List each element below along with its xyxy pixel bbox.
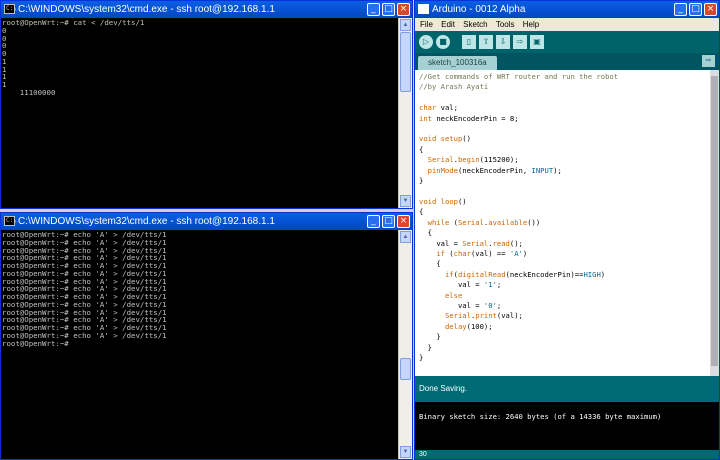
menu-edit[interactable]: Edit [441,20,455,29]
menu-file[interactable]: File [420,20,433,29]
code-line: if (char(val) == 'A') [436,248,528,258]
console-icon: C:\ [4,216,17,226]
code-editor[interactable]: //Get commands of WRT router and run the… [415,70,719,376]
code-line: char val; [419,103,458,113]
code-line: } [436,332,441,342]
status-bar: Done Saving. [415,376,719,402]
scroll-thumb[interactable] [400,358,411,380]
minimize-button[interactable]: _ [367,3,380,16]
console-line: 1 [2,64,7,74]
code-line: void loop() [419,196,467,206]
console-line: 1 [2,80,7,89]
console-line: 11100000 [2,87,56,97]
close-button[interactable]: × [397,3,410,16]
code-line: pinMode(neckEncoderPin, INPUT); [427,165,562,175]
bottom-console-window[interactable]: C:\ C:\WINDOWS\system32\cmd.exe - ssh ro… [0,212,413,460]
line-number: 30 [415,450,719,459]
toolbar: ▷ ■ ▯ ⇧ ⇩ ⇨ ▣ [415,31,719,53]
code-line: { [427,228,432,238]
code-line: if(digitalRead(neckEncoderPin)==HIGH) [444,269,606,279]
console-icon: C:\ [4,4,17,14]
close-button[interactable]: × [397,215,410,228]
scroll-thumb[interactable] [400,32,411,92]
console-line: 0 [2,25,7,35]
console-line: 0 [2,41,7,51]
code-line: } [427,342,432,352]
arduino-window[interactable]: Arduino - 0012 Alpha _ □ × File Edit Ske… [414,0,720,460]
code-line: val = Serial.read(); [436,238,523,248]
code-line: } [419,176,424,186]
code-line: //by Arash Ayati [419,82,489,92]
top-console-window[interactable]: C:\ C:\WINDOWS\system32\cmd.exe - ssh ro… [0,0,413,209]
code-line: int neckEncoderPin = 8; [419,113,519,123]
code-line: else [444,290,463,300]
console-line: 0 [2,33,7,43]
tab-sketch[interactable]: sketch_100316a [418,56,497,70]
verify-icon[interactable]: ▷ [419,35,433,49]
tab-bar: sketch_100316a ⇨ [415,53,719,70]
code-line: while (Serial.available()) [427,217,541,227]
scroll-down-arrow-icon[interactable]: ▼ [400,195,411,207]
menu-bar: File Edit Sketch Tools Help [415,18,719,31]
minimize-button[interactable]: _ [674,3,687,16]
code-line: delay(100); [444,321,493,331]
top-console-titlebar[interactable]: C:\ C:\WINDOWS\system32\cmd.exe - ssh ro… [1,1,412,18]
console-line: 1 [2,72,7,82]
console-line: root@OpenWrt:~# [2,338,69,348]
code-line: //Get commands of WRT router and run the… [419,72,619,81]
maximize-button[interactable]: □ [382,3,395,16]
bottom-console-output[interactable]: root@OpenWrt:~# echo 'A' > /dev/tts/1 roo… [1,230,398,459]
code-line: { [436,259,441,269]
minimize-button[interactable]: _ [367,215,380,228]
maximize-button[interactable]: □ [382,215,395,228]
console-output: Binary sketch size: 2640 bytes (of a 143… [415,402,719,450]
top-console-output[interactable]: root@OpenWrt:~# cat < /dev/tts/1 0 0 0 0 1 1 1 1… [1,18,398,208]
code-line: Serial.begin(115200); [427,155,519,165]
code-line: { [419,144,424,154]
scroll-up-arrow-icon[interactable]: ▲ [400,231,411,243]
bottom-console-titlebar[interactable]: C:\ C:\WINDOWS\system32\cmd.exe - ssh ro… [1,213,412,230]
bottom-console-title: C:\WINDOWS\system32\cmd.exe - ssh root@1… [18,216,275,227]
save-icon[interactable]: ⇩ [496,35,510,49]
upload-icon[interactable]: ⇨ [513,35,527,49]
top-console-scrollbar[interactable]: ▲ ▼ [398,18,412,208]
tab-menu-arrow-icon[interactable]: ⇨ [702,55,715,67]
console-line: root@OpenWrt:~# cat < /dev/tts/1 [2,18,145,27]
menu-tools[interactable]: Tools [496,20,515,29]
bottom-console-scrollbar[interactable]: ▲ ▼ [398,230,412,459]
menu-help[interactable]: Help [523,20,539,29]
console-line: 1 [2,56,7,66]
menu-sketch[interactable]: Sketch [463,20,487,29]
open-icon[interactable]: ⇧ [479,35,493,49]
console-line: 0 [2,49,7,58]
close-button[interactable]: × [704,3,717,16]
scroll-up-arrow-icon[interactable]: ▲ [400,19,411,31]
code-line: { [419,207,424,217]
code-line: Serial.print(val); [444,311,523,321]
code-line: } [419,352,424,362]
arduino-titlebar[interactable]: Arduino - 0012 Alpha _ □ × [415,1,719,18]
arduino-title: Arduino - 0012 Alpha [432,4,526,15]
serial-monitor-icon[interactable]: ▣ [530,35,544,49]
arduino-app-icon [418,4,429,14]
editor-scroll-thumb[interactable] [711,76,718,366]
maximize-button[interactable]: □ [689,3,702,16]
code-line: val = '1'; [457,280,502,290]
scroll-down-arrow-icon[interactable]: ▼ [400,446,411,458]
top-console-title: C:\WINDOWS\system32\cmd.exe - ssh root@1… [18,4,275,15]
code-line: val = '0'; [457,300,502,310]
stop-icon[interactable]: ■ [436,35,450,49]
new-icon[interactable]: ▯ [462,35,476,49]
editor-scrollbar[interactable] [710,70,719,376]
code-line: void setup() [419,134,471,144]
